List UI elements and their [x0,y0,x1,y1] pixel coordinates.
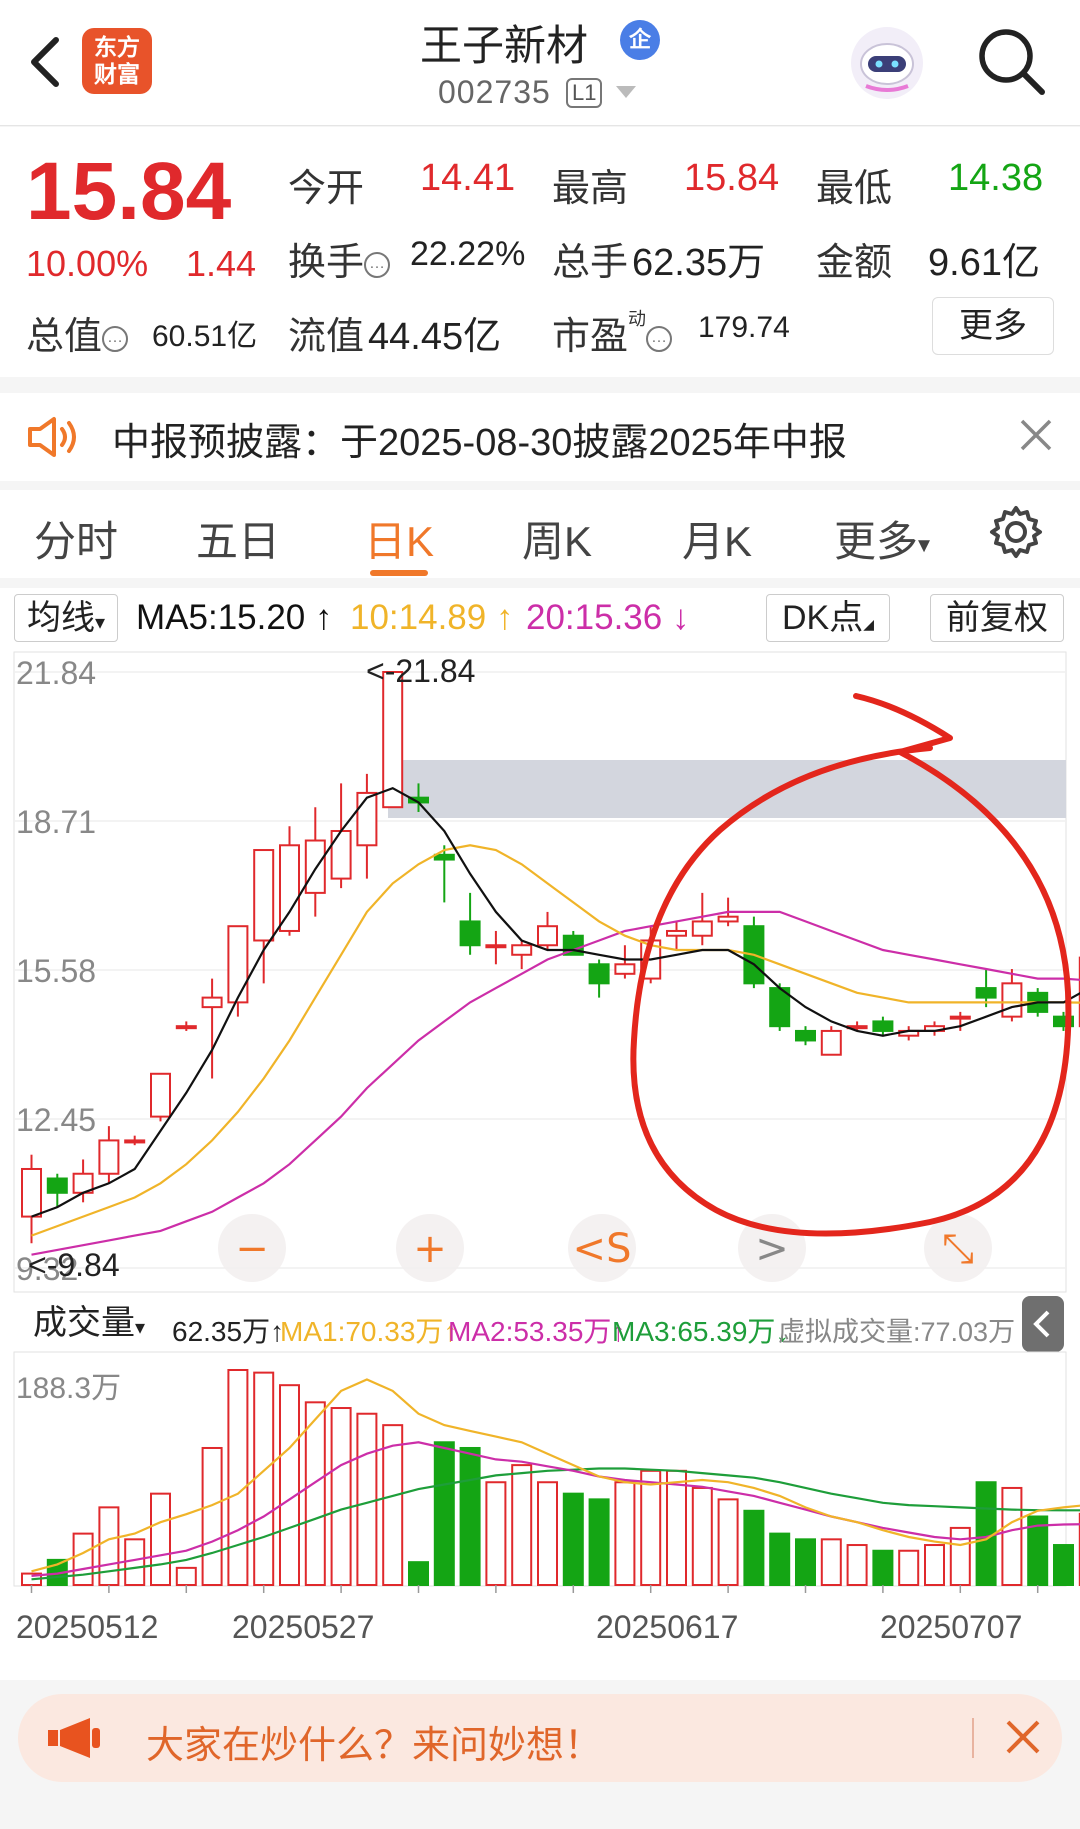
y-tick-label: 15.58 [16,953,96,989]
volume-bar [614,1481,636,1586]
candle-body [717,915,739,923]
candle-body [201,996,223,1009]
x-tick-label: 20250617 [596,1609,738,1645]
candle-body [485,944,507,949]
divider [972,1718,974,1758]
volume-bar [408,1561,429,1586]
candle-body [1001,982,1023,1018]
zoom-out-button-icon: − [235,1226,269,1272]
candle-body [872,1020,894,1032]
max-price-marker: <-21.84 [366,653,475,689]
prev-signal-button-icon: <S [573,1226,632,1272]
candle-body [820,1029,842,1056]
candle-body [975,987,997,999]
volume-bar [330,1407,352,1586]
y-tick-label: 18.71 [16,804,96,840]
volume-bar [150,1492,171,1586]
ma10-line [31,844,1080,1237]
y-tick-label: 12.45 [16,1102,96,1138]
candle-body [459,920,481,947]
volume-bar [98,1506,120,1586]
volume-bar [485,1481,507,1586]
volume-bar [666,1469,687,1587]
resistance-zone [388,760,1066,818]
ma20-line [31,910,1080,1256]
candle-body [279,844,300,932]
volume-bar [949,1526,971,1587]
candle-body [511,944,533,956]
y-tick-label: 21.84 [16,655,96,691]
volume-bar [279,1384,300,1587]
moving-average-lines [31,786,1080,1256]
candle-body [356,791,378,847]
zoom-out-button[interactable]: − [218,1214,286,1282]
volume-bar [691,1486,713,1586]
candle-body [98,1139,120,1175]
candle-body [150,1072,171,1118]
kline-chart[interactable]: 21.8418.7115.5812.459.32<-21.84<-9.84188… [0,0,1080,1690]
volume-bar [846,1544,868,1587]
fullscreen-button[interactable]: ⤡ [924,1214,992,1282]
prev-signal-button[interactable]: <S [568,1214,636,1282]
volume-bar [201,1446,223,1587]
megaphone-icon [48,1718,100,1758]
candle-body [21,1167,42,1218]
candle-body [253,849,275,942]
volume-bar [1001,1486,1023,1586]
candle-body [433,853,455,861]
candle-body [382,671,404,809]
candle-body [666,929,687,937]
volume-bar [924,1544,945,1587]
candle-body [691,920,713,937]
x-tick-label: 20250707 [880,1609,1022,1645]
candle-body [124,1139,146,1144]
candle-body [46,1177,68,1194]
volume-bar [175,1566,197,1586]
zoom-in-button-icon: + [413,1226,447,1272]
volume-bar [537,1481,558,1586]
volume-bar [769,1532,791,1587]
volume-bar [898,1549,920,1586]
x-tick-label: 20250512 [16,1609,158,1645]
candle-body [949,1015,971,1020]
candle-body [330,829,352,880]
fullscreen-button-icon: ⤡ [942,1226,974,1272]
volume-bar [562,1492,584,1586]
volume-bar [459,1446,481,1587]
volume-bar [227,1369,249,1586]
zoom-in-button[interactable]: + [396,1214,464,1282]
candle-body [614,963,636,975]
volume-bar [356,1412,378,1586]
volume-bar [820,1538,842,1587]
volume-bar [588,1498,610,1586]
volume-bar [72,1532,94,1587]
volume-bar [717,1498,739,1586]
volume-bar [382,1424,404,1586]
x-tick-label: 20250527 [232,1609,374,1645]
candle-body [795,1029,816,1042]
volume-bar [304,1401,326,1586]
volume-bar [433,1441,455,1587]
volume-bar [1053,1544,1074,1587]
candle-body [537,925,558,947]
close-icon[interactable] [1002,1716,1044,1758]
volume-bar [795,1538,816,1587]
chart-control-buttons: − + <S > ⤡ [218,1214,992,1282]
volume-bar [640,1469,662,1587]
candle-body [304,839,326,894]
volume-bar [253,1371,275,1586]
volume-bar [743,1509,765,1586]
volume-bar [872,1549,894,1586]
banner-text[interactable]: 大家在炒什么？来问妙想！ [146,1714,602,1769]
ask-miaoxiang-banner[interactable]: 大家在炒什么？来问妙想！ [18,1694,1062,1782]
candle-body [227,925,249,1004]
min-price-marker: <-9.84 [28,1247,120,1283]
candle-body [175,1025,197,1030]
candle-body [588,963,610,985]
volume-max-label: 188.3万 [16,1372,121,1405]
resistance-zone-band [388,760,1066,818]
volume-bar [511,1464,533,1587]
